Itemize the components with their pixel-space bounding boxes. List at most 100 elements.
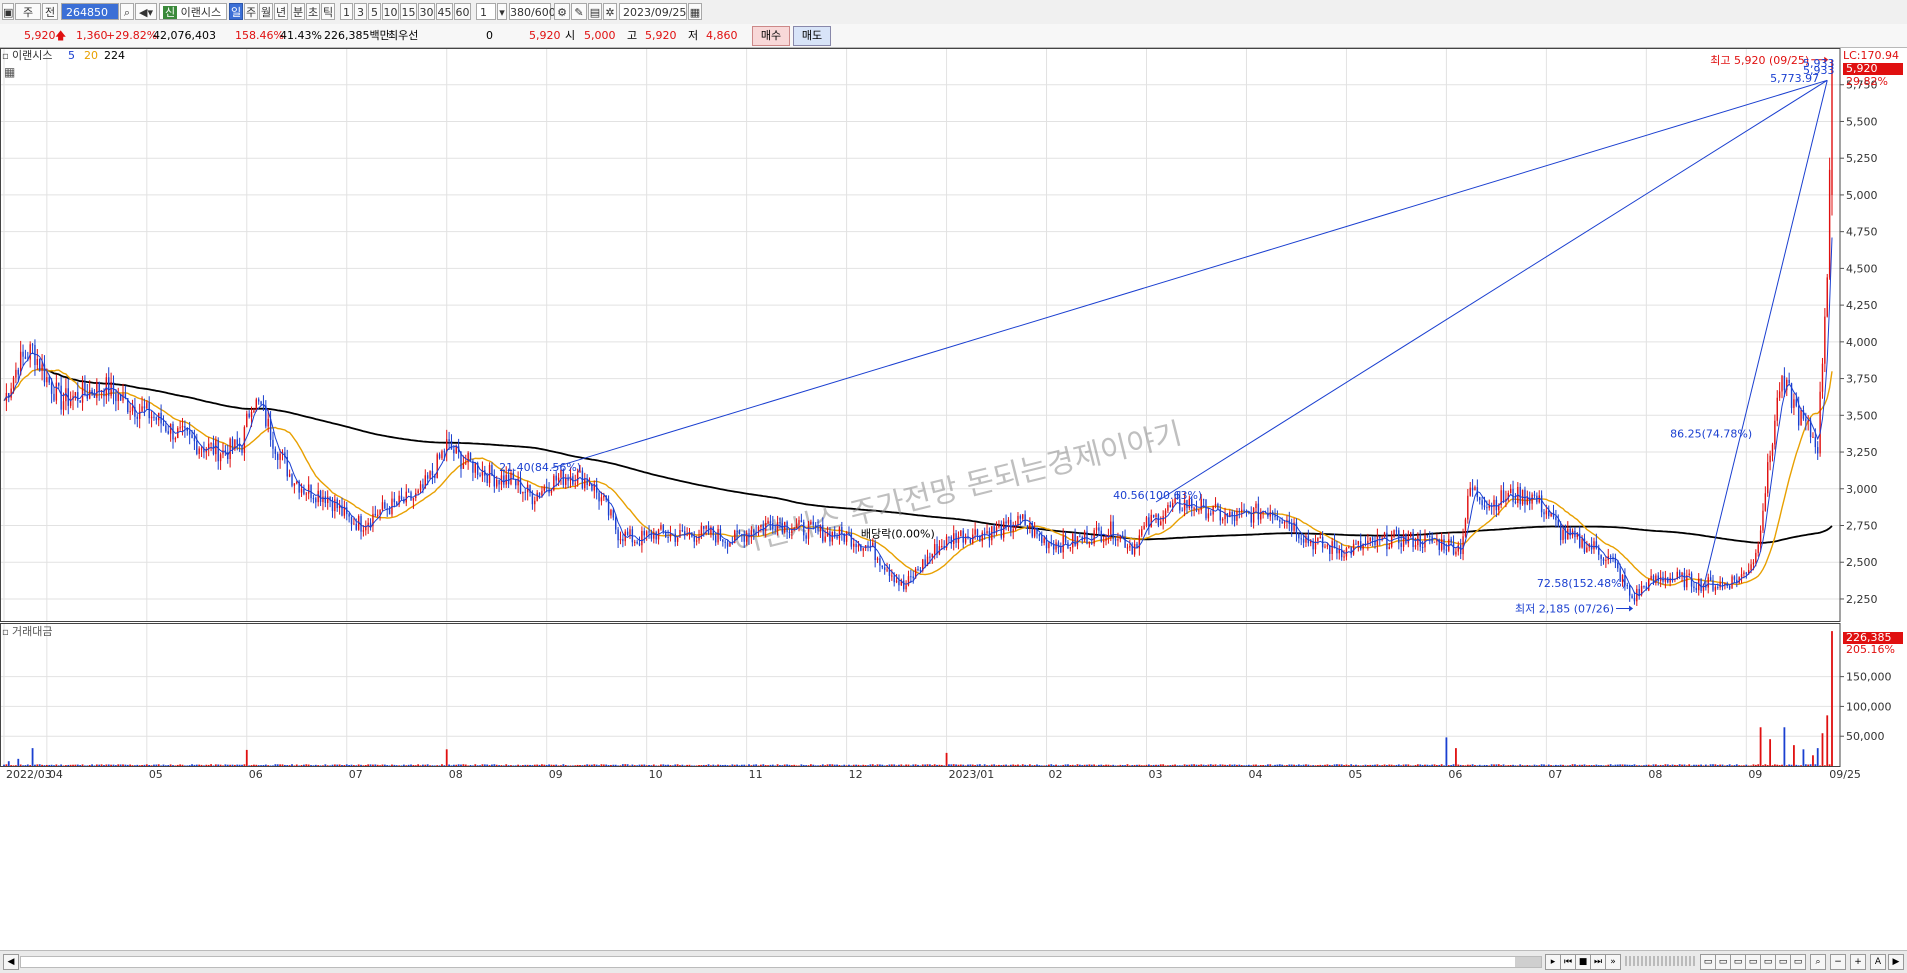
view-icon-1[interactable]: ▭: [1700, 954, 1716, 970]
scrollbar-thumb[interactable]: [1515, 957, 1541, 967]
interval-5[interactable]: 5: [368, 3, 381, 20]
candle-body: [407, 491, 410, 493]
volume-bar: [1809, 764, 1812, 766]
search-icon[interactable]: ⌕: [120, 3, 134, 20]
volume-bar: [188, 765, 191, 766]
volume-bar: [981, 765, 984, 766]
menu-icon[interactable]: ▣: [2, 3, 14, 20]
interval-10[interactable]: 10: [382, 3, 399, 20]
view-icon-4[interactable]: ▭: [1745, 954, 1761, 970]
period-minute[interactable]: 분: [291, 3, 305, 20]
table-toggle-icon[interactable]: ▦: [4, 65, 15, 79]
market-type[interactable]: 전: [42, 3, 58, 20]
play-prev-icon[interactable]: ▸: [1545, 954, 1561, 970]
volume-bar: [1664, 764, 1667, 766]
volume-bar: [117, 764, 120, 766]
volume-bar: [1083, 764, 1086, 766]
period-tick[interactable]: 틱: [321, 3, 335, 20]
volume-bar: [414, 765, 417, 766]
tools-icon[interactable]: ✎: [571, 3, 587, 20]
interval-1[interactable]: 1: [340, 3, 353, 20]
volume-bar: [1114, 765, 1117, 766]
interval-45[interactable]: 45: [436, 3, 453, 20]
volume-bar: [1167, 765, 1169, 766]
candle-body: [600, 497, 603, 502]
candle-body: [162, 423, 165, 426]
volume-bar: [103, 765, 105, 766]
volume-bar: [867, 765, 869, 766]
volume-bar: [1171, 764, 1174, 766]
interval-15[interactable]: 15: [400, 3, 417, 20]
chevron-down-icon[interactable]: ▾: [497, 3, 507, 20]
candle-body: [1145, 517, 1148, 526]
volume-bar: [607, 765, 610, 766]
volume-bar: [324, 764, 327, 766]
volume-bar: [276, 764, 279, 766]
period-second[interactable]: 초: [306, 3, 320, 20]
buy-button[interactable]: 매수: [752, 26, 790, 46]
volume-bar: [1240, 765, 1243, 766]
volume-bar: [1650, 765, 1653, 766]
best-ask-qty: 0: [486, 29, 493, 42]
interval-60[interactable]: 60: [454, 3, 471, 20]
rewind-icon[interactable]: ⏮: [1560, 954, 1576, 970]
horizontal-scrollbar[interactable]: [20, 956, 1542, 968]
volume-bar: [24, 765, 27, 766]
volume-bar: [1190, 764, 1193, 766]
period-yearly[interactable]: 년: [274, 3, 288, 20]
volume-bar: [1005, 764, 1007, 766]
candle-body: [143, 406, 146, 409]
font-size-icon[interactable]: A: [1870, 954, 1886, 970]
volume-bar: [1785, 765, 1788, 766]
volume-panel-icon[interactable]: ▫: [2, 627, 9, 638]
speaker-icon[interactable]: ◀▾: [135, 3, 157, 20]
save-icon[interactable]: ▤: [588, 3, 602, 20]
volume-bar: [1090, 764, 1093, 766]
volume-bar: [1126, 764, 1129, 766]
stock-name[interactable]: 신 이랜시스: [159, 3, 227, 20]
volume-bar: [1457, 764, 1460, 766]
settings-icon[interactable]: ⚙: [554, 3, 570, 20]
count-display[interactable]: 380/600: [509, 3, 556, 20]
step-input[interactable]: 1: [476, 3, 496, 20]
view-icon-2[interactable]: ▭: [1715, 954, 1731, 970]
stock-code-input[interactable]: 264850: [61, 3, 119, 20]
stop-icon[interactable]: ■: [1575, 954, 1591, 970]
volume-bar: [919, 765, 922, 767]
fast-forward-icon[interactable]: »: [1605, 954, 1621, 970]
scroll-right-icon[interactable]: ▶: [1888, 954, 1904, 970]
date-input[interactable]: 2023/09/25: [619, 3, 687, 20]
interval-30[interactable]: 30: [418, 3, 435, 20]
market-select[interactable]: 주: [15, 3, 41, 20]
calendar-icon[interactable]: ▦: [688, 3, 702, 20]
candle-body: [1452, 542, 1455, 555]
view-icon-5[interactable]: ▭: [1760, 954, 1776, 970]
interval-3[interactable]: 3: [354, 3, 367, 20]
view-icon-3[interactable]: ▭: [1730, 954, 1746, 970]
volume-bar: [348, 765, 351, 766]
forward-icon[interactable]: ⏭: [1590, 954, 1606, 970]
volume-bar: [1538, 765, 1541, 766]
zoom-slider[interactable]: [1625, 956, 1695, 966]
gear-icon[interactable]: ✲: [603, 3, 617, 20]
sell-button[interactable]: 매도: [793, 26, 831, 46]
period-weekly[interactable]: 주: [244, 3, 258, 20]
candle-body: [96, 381, 98, 398]
view-icon-6[interactable]: ▭: [1775, 954, 1791, 970]
period-daily[interactable]: 일: [229, 3, 243, 20]
zoom-out-icon[interactable]: −: [1830, 954, 1846, 970]
zoom-in-icon[interactable]: +: [1850, 954, 1866, 970]
volume-bar: [1093, 764, 1096, 766]
volume-bar: [600, 764, 603, 766]
volume-bar: [445, 749, 448, 766]
stock-chart[interactable]: 이랜시스 주가전망 돈되는경제이야기 최고 5,920 (09/25)최저 2,…: [0, 48, 1907, 951]
view-icon-7[interactable]: ▭: [1790, 954, 1806, 970]
time-tick-label: 11: [749, 768, 763, 781]
scroll-left-icon[interactable]: ◀: [3, 954, 19, 970]
candle-body: [1733, 576, 1736, 580]
panel-collapse-icon[interactable]: ▫: [2, 51, 9, 62]
volume-bar: [1766, 765, 1769, 766]
candle-body: [60, 385, 62, 410]
magnify-icon[interactable]: ⌕: [1810, 954, 1826, 970]
period-monthly[interactable]: 월: [259, 3, 273, 20]
